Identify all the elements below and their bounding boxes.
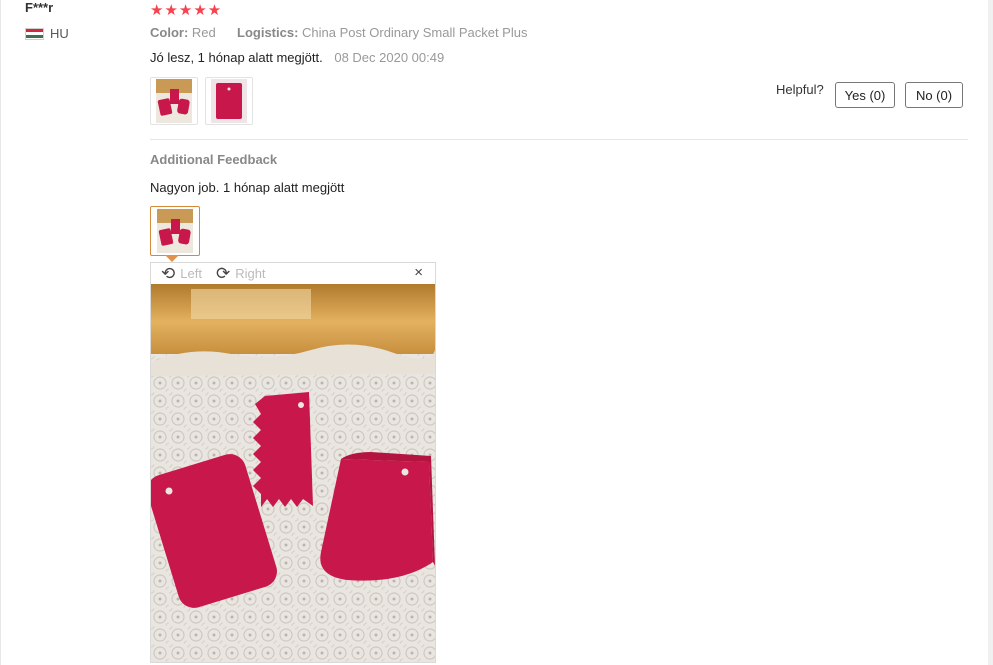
rotate-right-button[interactable]: ⟳ Right bbox=[216, 265, 266, 282]
hungary-flag-icon bbox=[25, 27, 44, 40]
divider bbox=[150, 139, 968, 140]
product-photo-thumb bbox=[156, 79, 192, 123]
image-viewer: ⟲ Left ⟳ Right × bbox=[150, 262, 436, 663]
close-icon[interactable]: × bbox=[414, 264, 423, 281]
helpful-no-button[interactable]: No (0) bbox=[905, 82, 963, 108]
country-code: HU bbox=[50, 26, 69, 41]
image-viewer-toolbar: ⟲ Left ⟳ Right × bbox=[151, 263, 435, 284]
logistics-value: China Post Ordinary Small Packet Plus bbox=[302, 25, 528, 40]
review-content: Jó lesz, 1 hónap alatt megjött. 08 Dec 2… bbox=[150, 50, 444, 65]
enlarged-review-photo bbox=[151, 284, 435, 662]
star-rating: ★★★★★ bbox=[150, 2, 223, 19]
helpful-yes-button[interactable]: Yes (0) bbox=[835, 82, 895, 108]
left-border bbox=[0, 0, 1, 665]
product-photo-thumb bbox=[157, 209, 193, 253]
rotate-left-icon: ⟲ bbox=[161, 264, 176, 283]
review-page: F***r HU ★★★★★ Color: Red Logistics: Chi… bbox=[0, 0, 993, 665]
rotate-left-button[interactable]: ⟲ Left bbox=[161, 265, 202, 282]
rotate-right-label: Right bbox=[235, 266, 266, 281]
review-attributes: Color: Red Logistics: China Post Ordinar… bbox=[150, 25, 527, 40]
product-photo bbox=[151, 284, 435, 662]
color-label: Color: bbox=[150, 25, 189, 40]
review-text: Jó lesz, 1 hónap alatt megjött. bbox=[150, 50, 323, 65]
review-date: 08 Dec 2020 00:49 bbox=[334, 50, 445, 65]
selection-caret bbox=[165, 255, 179, 262]
color-value: Red bbox=[191, 25, 216, 40]
review-photo-thumb-1[interactable] bbox=[150, 77, 198, 125]
review-photo-thumb-2[interactable] bbox=[205, 77, 253, 125]
scrollbar-track[interactable] bbox=[988, 0, 993, 665]
helpful-label: Helpful? bbox=[776, 82, 824, 97]
rotate-right-icon: ⟳ bbox=[215, 264, 231, 283]
additional-photo-thumb-selected[interactable] bbox=[150, 206, 200, 256]
reviewer-country: HU bbox=[25, 26, 69, 41]
additional-feedback-heading: Additional Feedback bbox=[150, 152, 278, 167]
reviewer-name: F***r bbox=[25, 0, 54, 15]
additional-feedback-text: Nagyon job. 1 hónap alatt megjött bbox=[150, 180, 345, 195]
product-photo-thumb bbox=[211, 79, 247, 123]
logistics-label: Logistics: bbox=[237, 25, 299, 40]
rotate-left-label: Left bbox=[180, 266, 202, 281]
